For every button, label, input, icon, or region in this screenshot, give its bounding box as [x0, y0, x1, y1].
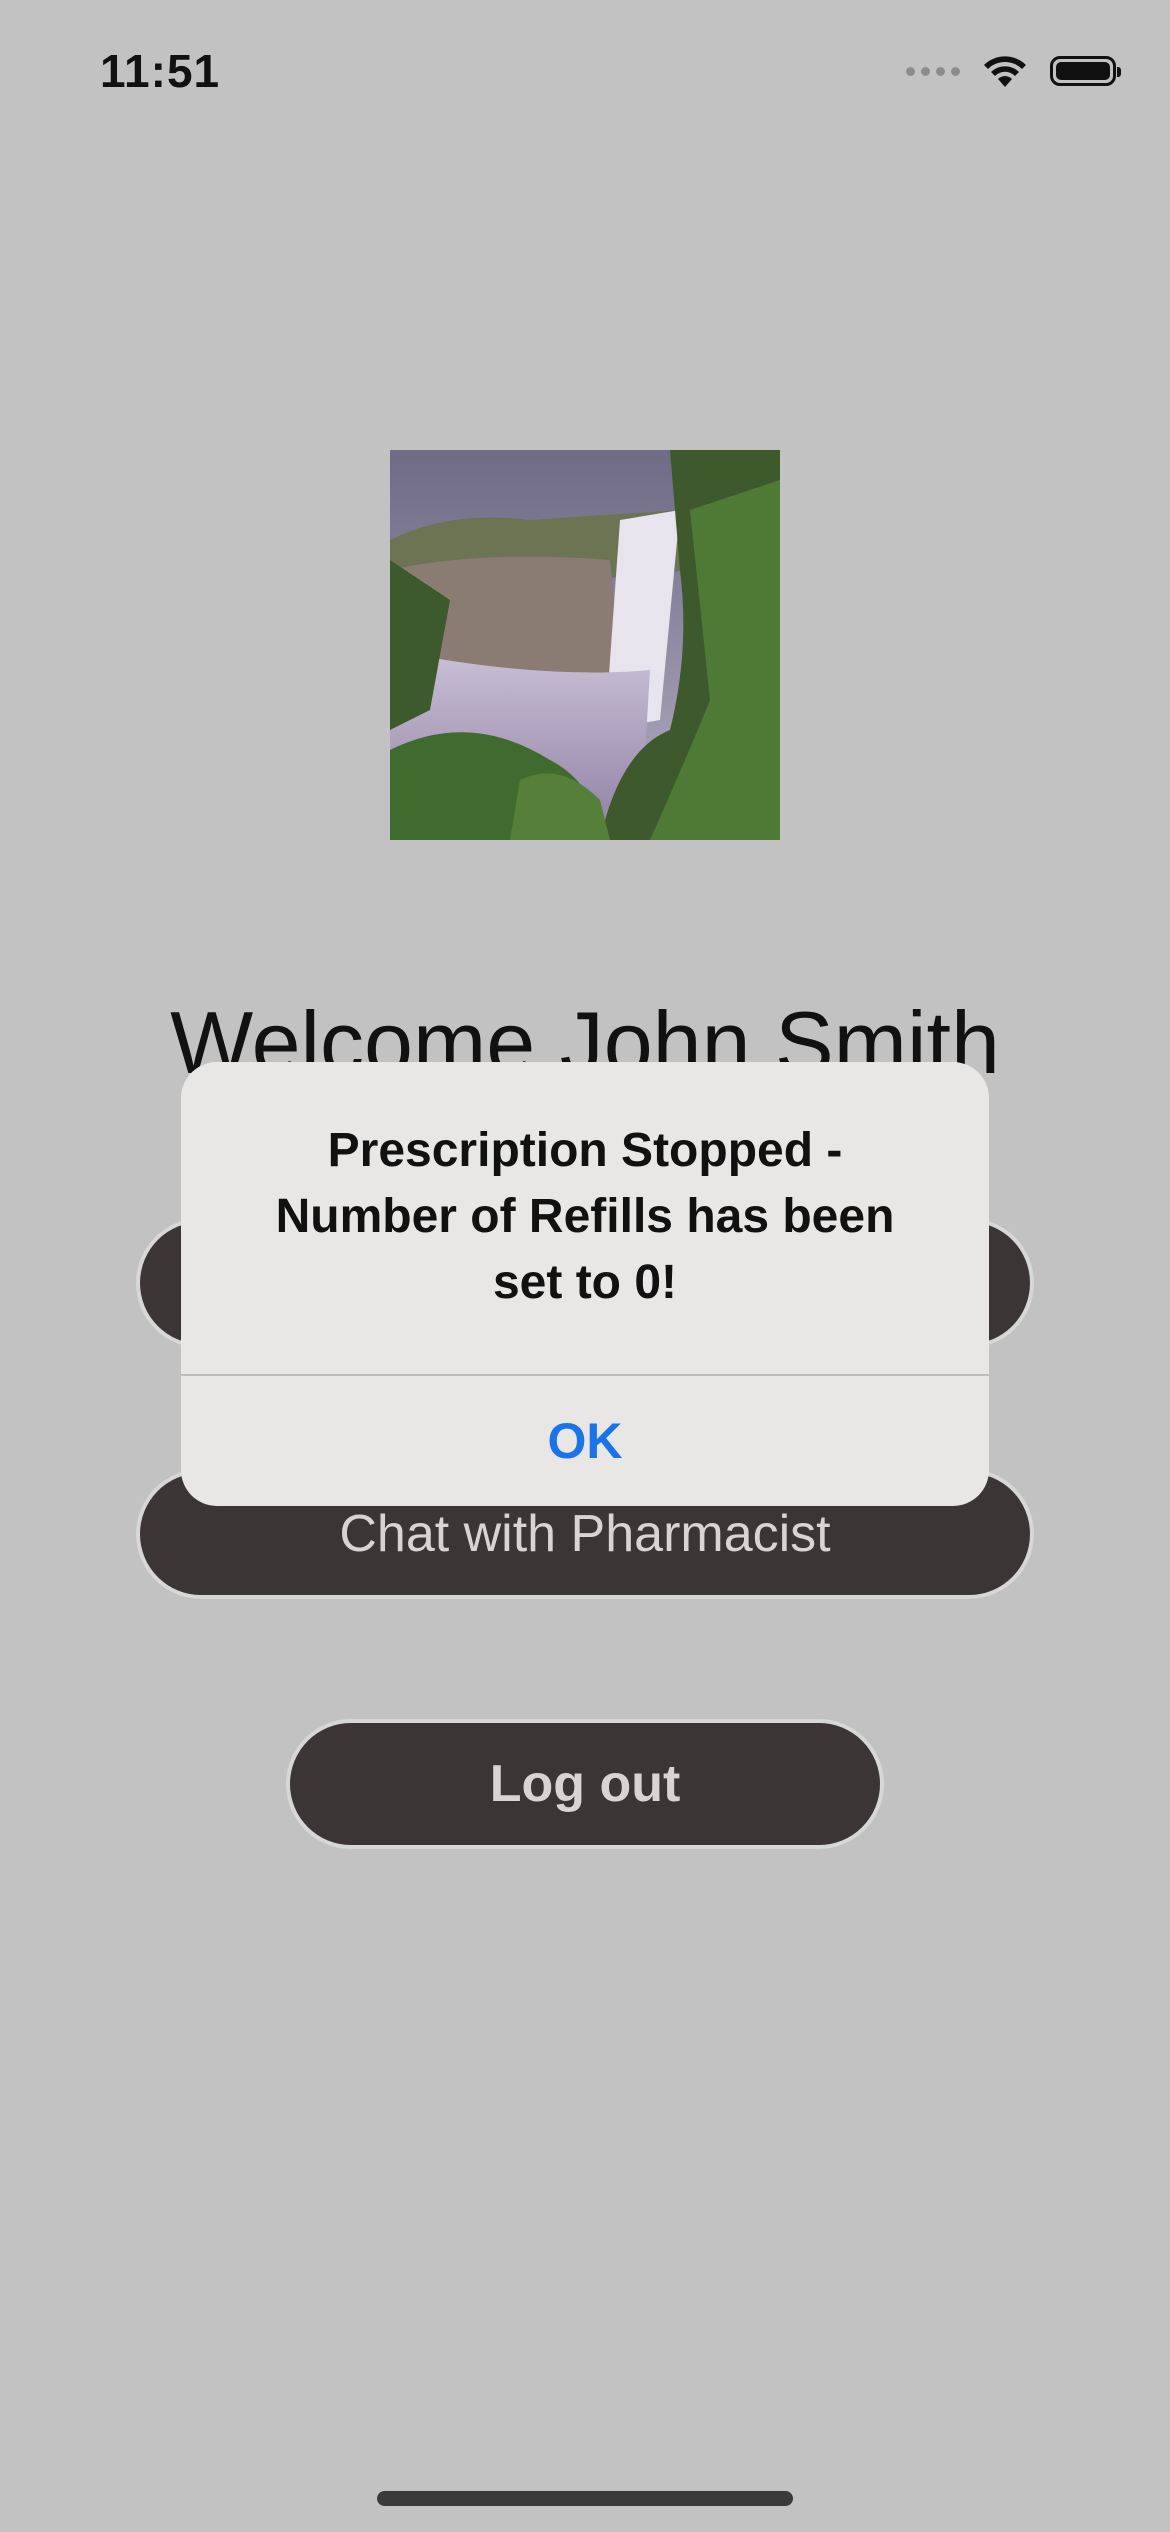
wifi-icon [984, 56, 1026, 87]
status-time: 11:51 [100, 45, 221, 97]
status-icons [906, 54, 1121, 88]
battery-icon [1050, 56, 1121, 86]
alert-title: Prescription Stopped - Number of Refills… [275, 1124, 895, 1309]
alert-dialog: Prescription Stopped - Number of Refills… [181, 1062, 989, 1506]
cellular-signal-icon [906, 66, 960, 76]
app-screen: 11:51 Welcome John Smith Chat with Pharm… [0, 0, 1170, 2532]
home-indicator [377, 2491, 793, 2506]
alert-ok-button[interactable]: OK [181, 1376, 989, 1506]
waterfall-image [390, 450, 780, 840]
logout-button[interactable]: Log out [290, 1723, 880, 1845]
